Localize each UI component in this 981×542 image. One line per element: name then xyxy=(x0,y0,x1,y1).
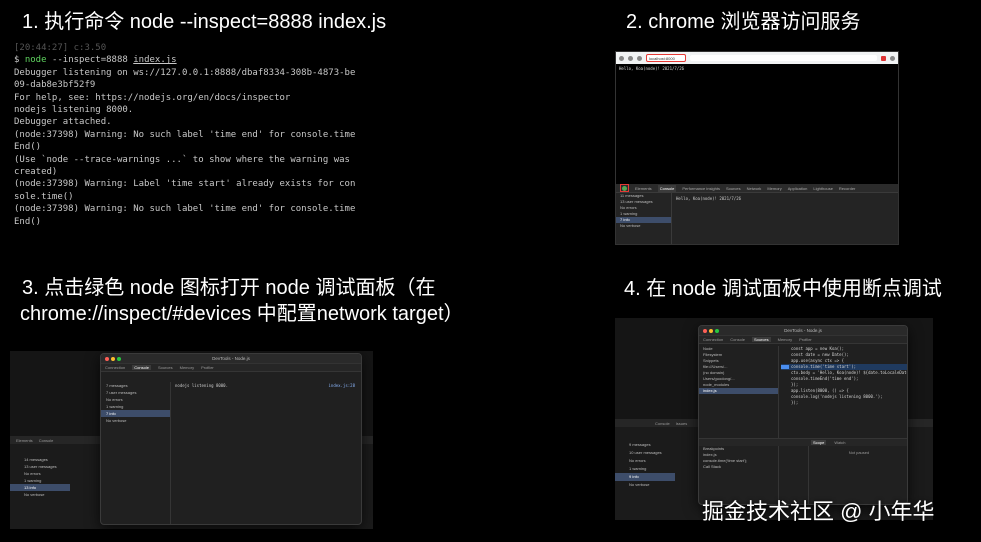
code-editor: const app = new Koa(); const date = new … xyxy=(781,346,907,416)
step-3-heading-line1: 3. 点击绿色 node 图标打开 node 调试面板（在 xyxy=(22,277,436,299)
tab-console[interactable]: Console xyxy=(655,421,670,426)
profile-icon[interactable] xyxy=(890,55,895,61)
tab-sources[interactable]: Sources xyxy=(726,186,741,191)
tab-network[interactable]: Network xyxy=(747,186,762,191)
window-titlebar: DevTools - Node.js xyxy=(699,326,907,336)
tab-memory[interactable]: Memory xyxy=(778,337,792,342)
tab-lighthouse[interactable]: Lighthouse xyxy=(813,186,833,191)
tab-memory[interactable]: Memory xyxy=(180,365,194,370)
terminal-command-args: --inspect=8888 xyxy=(46,55,134,66)
node-devtools-button[interactable] xyxy=(620,184,629,192)
window-title: DevTools - Node.js xyxy=(212,356,250,361)
back-icon[interactable] xyxy=(619,55,624,61)
window-title: DevTools - Node.js xyxy=(784,328,822,333)
step-3-heading-line2: chrome://inspect/#devices 中配置network tar… xyxy=(20,303,464,325)
callstack-section-title[interactable]: Call Stack xyxy=(699,464,808,470)
tab-sources[interactable]: Sources xyxy=(158,365,173,370)
terminal-line: Debugger attached. xyxy=(14,117,112,128)
address-bar[interactable]: localhost:8000 xyxy=(646,54,686,62)
node-devtools-tabbar: Connection Console Sources Memory Profil… xyxy=(699,336,907,344)
sidebar-item-errors[interactable]: No errors xyxy=(101,396,170,403)
terminal-output: [20:44:27] c:3.50 $ node --inspect=8888 … xyxy=(14,42,364,238)
console-log-text: nodejs listening 8000. xyxy=(175,383,228,388)
step-2-heading: 2. chrome 浏览器访问服务 xyxy=(626,11,861,33)
step-4-heading: 4. 在 node 调试面板中使用断点调试 xyxy=(624,278,942,300)
sidebar-item-messages[interactable]: 7 messages xyxy=(101,382,170,389)
watermark: 掘金技术社区 @ 小年华 xyxy=(702,499,935,524)
tab-connection[interactable]: Connection xyxy=(703,337,723,342)
terminal-command-file: index.js xyxy=(133,55,177,66)
chrome-browser-screenshot: localhost:8000 Hello, Koa(node)! 2021/7/… xyxy=(615,51,899,245)
terminal-line: (node:37398) Warning: Label 'time start'… xyxy=(14,179,356,190)
devtools-panel: Elements Console Performance insights So… xyxy=(616,184,898,244)
tab-elements[interactable]: Elements xyxy=(635,186,652,191)
sidebar-item-info[interactable]: 7 info xyxy=(101,410,170,417)
sidebar-item-info[interactable]: 9 info xyxy=(615,473,675,481)
step-1-heading: 1. 执行命令 node --inspect=8888 index.js xyxy=(22,11,387,33)
tab-issues[interactable]: Issues xyxy=(676,421,688,426)
terminal-line: 09-dab8e3bf52f9 xyxy=(14,80,96,91)
tab-console[interactable]: Console xyxy=(132,365,151,370)
terminal-command-line: $ node --inspect=8888 index.js xyxy=(14,54,364,66)
sidebar-item-warnings[interactable]: 1 warning xyxy=(101,403,170,410)
tab-elements[interactable]: Elements xyxy=(16,438,33,443)
terminal-prompt: $ xyxy=(14,55,20,66)
debugger-panel-tabbar: Scope Watch xyxy=(699,438,907,446)
terminal-line: (node:37398) Warning: No such label 'tim… xyxy=(14,204,356,215)
terminal-line: End() xyxy=(14,142,42,153)
extension-icon[interactable] xyxy=(881,55,886,61)
tab-watch[interactable]: Watch xyxy=(834,440,845,445)
tab-performance-insights[interactable]: Performance insights xyxy=(682,186,720,191)
breakpoint-debugging-screenshot: Console Issues 9 messages 10 user messag… xyxy=(615,318,933,520)
terminal-line: For help, see: https://nodejs.org/en/doc… xyxy=(14,92,291,103)
console-log-row: nodejs listening 8000. index.js:28 xyxy=(175,383,361,388)
terminal-line: created) xyxy=(14,167,58,178)
terminal-line: (node:37398) Warning: No such label 'tim… xyxy=(14,129,356,140)
address-bar-spacer xyxy=(690,55,877,61)
node-devtools-screenshot: Elements Console 14 messages 13 user mes… xyxy=(10,351,373,529)
sidebar-item-verbose[interactable]: No verbose xyxy=(616,223,671,229)
devtools-tabbar: Elements Console Performance insights So… xyxy=(616,184,898,193)
code-line[interactable]: }); xyxy=(781,400,907,406)
tab-scope[interactable]: Scope xyxy=(811,440,827,445)
node-devtools-window: DevTools - Node.js Connection Console So… xyxy=(698,325,908,505)
tab-profiler[interactable]: Profiler xyxy=(799,337,812,342)
reload-icon[interactable] xyxy=(637,55,642,61)
node-devtools-tabbar: Connection Console Sources Memory Profil… xyxy=(101,364,361,372)
source-link[interactable]: index.js:28 xyxy=(329,383,356,388)
console-log-line: Hello, Koa(node)! 2021/7/26 xyxy=(676,196,742,201)
tab-connection[interactable]: Connection xyxy=(105,365,125,370)
console-sidebar: 7 messages 7 user messages No errors 1 w… xyxy=(101,382,171,524)
terminal-line: nodejs listening 8000. xyxy=(14,105,134,116)
browser-page: Hello, Koa(node)! 2021/7/26 xyxy=(616,64,898,184)
sidebar-item-info[interactable]: 13 info xyxy=(10,484,70,491)
forward-icon[interactable] xyxy=(628,55,633,61)
file-tree-item-index-js[interactable]: index.js xyxy=(699,388,778,394)
terminal-line: End() xyxy=(14,216,42,227)
console-sidebar: 11 messages 13 user messages No errors 1… xyxy=(616,193,672,244)
tab-sources[interactable]: Sources xyxy=(751,337,771,342)
browser-toolbar: localhost:8000 xyxy=(616,52,898,64)
terminal-line: Debugger listening on ws://127.0.0.1:888… xyxy=(14,67,356,78)
tab-console[interactable]: Console xyxy=(39,438,54,443)
node-devtools-window: DevTools - Node.js Connection Console So… xyxy=(100,353,362,525)
tab-memory[interactable]: Memory xyxy=(767,186,781,191)
terminal-line: (Use `node --trace-warnings ...` to show… xyxy=(14,154,350,165)
node-icon xyxy=(622,185,627,191)
window-titlebar: DevTools - Node.js xyxy=(101,354,361,364)
terminal-faded-line: [20:44:27] c:3.50 xyxy=(14,43,107,53)
sidebar-item-verbose[interactable]: No verbose xyxy=(101,417,170,424)
sidebar-item-user-messages[interactable]: 7 user messages xyxy=(101,389,170,396)
terminal-line: sole.time() xyxy=(14,191,74,202)
console-log-area: nodejs listening 8000. index.js:28 xyxy=(175,383,361,388)
tab-application[interactable]: Application xyxy=(788,186,808,191)
tab-profiler[interactable]: Profiler xyxy=(201,365,214,370)
scope-status: Not paused xyxy=(848,450,870,455)
tab-console[interactable]: Console xyxy=(657,184,677,192)
tab-recorder[interactable]: Recorder xyxy=(839,186,855,191)
terminal-command-node: node xyxy=(24,55,47,66)
page-response-text: Hello, Koa(node)! 2021/7/26 xyxy=(619,66,685,71)
tab-console[interactable]: Console xyxy=(730,337,745,342)
